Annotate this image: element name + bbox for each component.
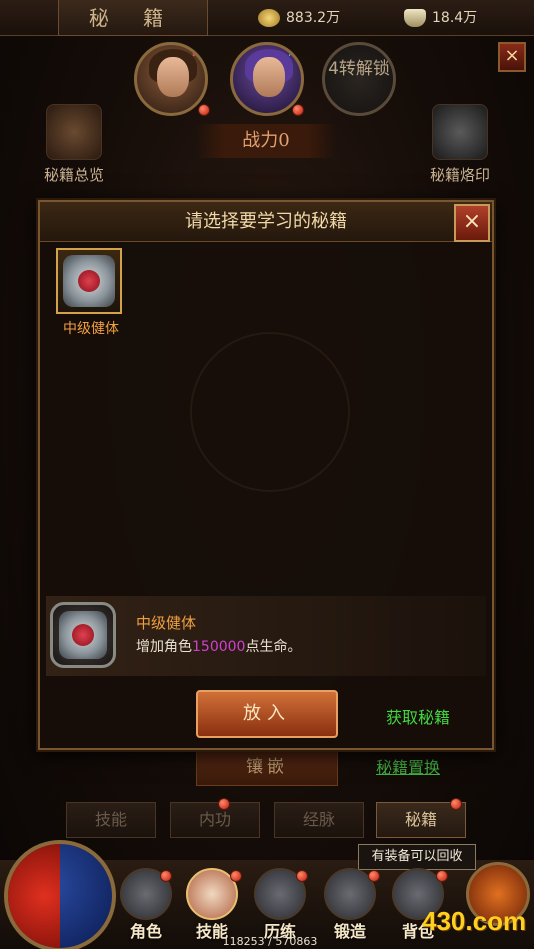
notification-dot bbox=[292, 104, 304, 116]
detail-item-icon bbox=[50, 602, 116, 668]
heart-icon bbox=[78, 270, 100, 292]
gold-counter: 883.2万 bbox=[258, 6, 340, 30]
get-secret-book-link[interactable]: 获取秘籍 bbox=[386, 704, 450, 728]
page-title: 秘 籍 bbox=[58, 0, 208, 36]
detail-item-description: 增加角色150000点生命。 bbox=[136, 639, 302, 655]
tab-skills[interactable]: 技能 bbox=[66, 802, 156, 838]
notification-dot bbox=[218, 798, 230, 810]
book-icon bbox=[46, 104, 102, 160]
top-bar: 秘 籍 883.2万 18.4万 bbox=[0, 0, 534, 36]
secret-book-imprint-label: 秘籍烙印 bbox=[429, 166, 490, 184]
highlight-value: 150000 bbox=[192, 639, 246, 655]
secret-book-overview-label: 秘籍总览 bbox=[43, 166, 104, 184]
ingot-counter: 18.4万 bbox=[404, 6, 477, 30]
put-in-button[interactable]: 放入 bbox=[196, 690, 338, 738]
notification-dot bbox=[198, 104, 210, 116]
recycle-tooltip: 有装备可以回收 bbox=[358, 844, 476, 870]
tab-meridians[interactable]: 经脉 bbox=[274, 802, 364, 838]
sub-tabs: 技能 内功 经脉 秘籍 bbox=[66, 802, 476, 838]
secret-book-overview-button[interactable]: 秘籍总览 bbox=[24, 104, 124, 184]
screen: 秘 籍 883.2万 18.4万 × 战 法 4转解锁 秘籍总览 秘籍烙印 战力… bbox=[0, 0, 534, 949]
ingot-value: 18.4万 bbox=[432, 10, 478, 26]
background-emblem bbox=[190, 332, 350, 492]
nav-label: 角色 bbox=[129, 922, 162, 941]
ingot-icon bbox=[404, 9, 426, 27]
hero-warrior-avatar[interactable]: 战 bbox=[134, 42, 208, 116]
secret-book-swap-link[interactable]: 秘籍置换 bbox=[376, 754, 440, 778]
detail-item-name: 中级健体 bbox=[136, 614, 197, 632]
page-close-button[interactable]: × bbox=[498, 42, 526, 72]
notification-dot bbox=[296, 870, 308, 882]
inlay-button[interactable]: 镶嵌 bbox=[196, 748, 338, 786]
lock-text: 4转解锁 bbox=[328, 59, 390, 79]
watermark-logo: 430.com bbox=[422, 906, 527, 936]
secret-book-imprint-button[interactable]: 秘籍烙印 bbox=[410, 104, 510, 184]
tab-inner-power[interactable]: 内功 bbox=[170, 802, 260, 838]
select-secret-book-dialog: 请选择要学习的秘籍 × 中级健体 中级健体 增加角色150000点生命。 放入 … bbox=[38, 200, 494, 750]
item-label: 中级健体 bbox=[63, 321, 119, 337]
gold-value: 883.2万 bbox=[286, 10, 341, 26]
hero-class-tag: 法 bbox=[288, 45, 299, 58]
experience-counter: 118253 / 570863 bbox=[222, 935, 318, 948]
heart-icon bbox=[72, 624, 94, 646]
notification-dot bbox=[160, 870, 172, 882]
hero-class-tag: 战 bbox=[192, 45, 203, 58]
item-detail-panel: 中级健体 增加角色150000点生命。 bbox=[46, 596, 486, 676]
dialog-close-button[interactable]: × bbox=[454, 204, 490, 242]
coin-icon bbox=[258, 9, 280, 27]
secret-book-item-slot[interactable] bbox=[56, 248, 122, 314]
combat-power: 战力0 bbox=[196, 124, 336, 158]
notification-dot bbox=[436, 870, 448, 882]
secret-book-icon bbox=[63, 255, 115, 307]
lock-icon bbox=[432, 104, 488, 160]
notification-dot bbox=[368, 870, 380, 882]
notification-dot bbox=[450, 798, 462, 810]
notification-dot bbox=[230, 870, 242, 882]
hero-locked-slot[interactable]: 4转解锁 bbox=[322, 42, 396, 116]
dialog-title: 请选择要学习的秘籍 bbox=[40, 202, 492, 242]
yin-yang-icon[interactable] bbox=[4, 840, 116, 949]
